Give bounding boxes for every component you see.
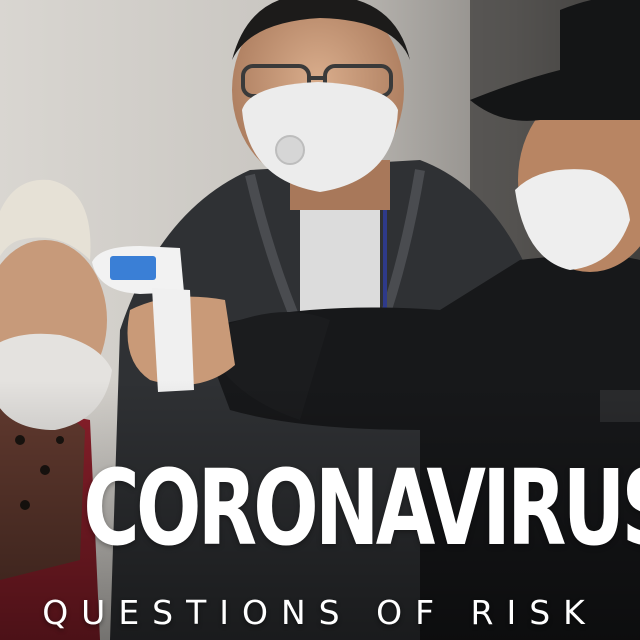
cover-image: CORONAVIRUS QUESTIONS OF RISK [0,0,640,640]
title-text: CORONAVIRUS [83,447,640,569]
subtitle-text: QUESTIONS OF RISK [42,593,598,632]
thermometer-handle [152,288,194,392]
thermometer-display [110,256,156,280]
